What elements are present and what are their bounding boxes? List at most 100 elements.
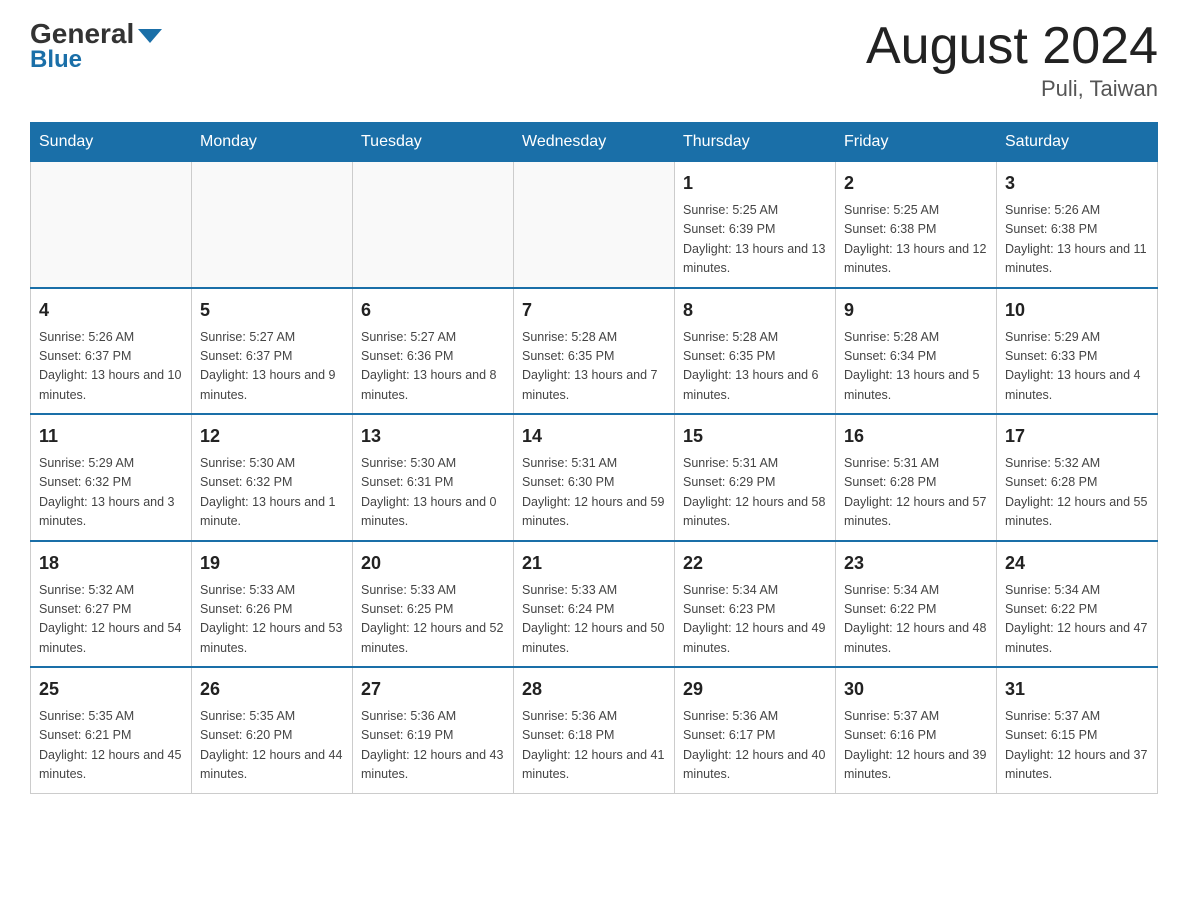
day-info: Sunrise: 5:37 AMSunset: 6:16 PMDaylight:… (844, 707, 988, 785)
day-info: Sunrise: 5:32 AMSunset: 6:28 PMDaylight:… (1005, 454, 1149, 532)
day-number: 21 (522, 550, 666, 577)
day-info: Sunrise: 5:30 AMSunset: 6:31 PMDaylight:… (361, 454, 505, 532)
calendar-title: August 2024 (866, 20, 1158, 72)
logo-blue-text: Blue (30, 46, 82, 74)
calendar-week-row: 25Sunrise: 5:35 AMSunset: 6:21 PMDayligh… (31, 667, 1158, 793)
calendar-subtitle: Puli, Taiwan (866, 76, 1158, 102)
day-number: 18 (39, 550, 183, 577)
table-row: 5 Sunrise: 5:27 AMSunset: 6:37 PMDaylight… (192, 288, 353, 415)
table-row: 21 Sunrise: 5:33 AMSunset: 6:24 PMDayligh… (514, 541, 675, 668)
table-row (31, 162, 192, 288)
day-info: Sunrise: 5:33 AMSunset: 6:24 PMDaylight:… (522, 581, 666, 659)
table-row: 27 Sunrise: 5:36 AMSunset: 6:19 PMDayligh… (353, 667, 514, 793)
table-row: 12 Sunrise: 5:30 AMSunset: 6:32 PMDayligh… (192, 414, 353, 541)
page-header: General Blue August 2024 Puli, Taiwan (30, 20, 1158, 102)
day-number: 31 (1005, 676, 1149, 703)
calendar-header-row: Sunday Monday Tuesday Wednesday Thursday… (31, 123, 1158, 162)
table-row: 2Sunrise: 5:25 AMSunset: 6:38 PMDaylight… (836, 162, 997, 288)
table-row: 30 Sunrise: 5:37 AMSunset: 6:16 PMDayligh… (836, 667, 997, 793)
table-row: 19 Sunrise: 5:33 AMSunset: 6:26 PMDayligh… (192, 541, 353, 668)
day-number: 1 (683, 170, 827, 197)
col-saturday: Saturday (997, 123, 1158, 162)
day-number: 13 (361, 423, 505, 450)
day-info: Sunrise: 5:29 AMSunset: 6:32 PMDaylight:… (39, 454, 183, 532)
day-info: Sunrise: 5:28 AMSunset: 6:35 PMDaylight:… (683, 328, 827, 406)
title-block: August 2024 Puli, Taiwan (866, 20, 1158, 102)
day-info: Sunrise: 5:26 AMSunset: 6:37 PMDaylight:… (39, 328, 183, 406)
table-row: 22 Sunrise: 5:34 AMSunset: 6:23 PMDayligh… (675, 541, 836, 668)
calendar-week-row: 11Sunrise: 5:29 AMSunset: 6:32 PMDayligh… (31, 414, 1158, 541)
day-info: Sunrise: 5:28 AMSunset: 6:35 PMDaylight:… (522, 328, 666, 406)
table-row: 26Sunrise: 5:35 AMSunset: 6:20 PMDayligh… (192, 667, 353, 793)
table-row: 9 Sunrise: 5:28 AMSunset: 6:34 PMDaylight… (836, 288, 997, 415)
day-info: Sunrise: 5:25 AMSunset: 6:38 PMDaylight:… (844, 201, 988, 279)
day-info: Sunrise: 5:36 AMSunset: 6:19 PMDaylight:… (361, 707, 505, 785)
day-number: 12 (200, 423, 344, 450)
table-row: 7 Sunrise: 5:28 AMSunset: 6:35 PMDaylight… (514, 288, 675, 415)
table-row: 1 Sunrise: 5:25 AMSunset: 6:39 PMDaylight… (675, 162, 836, 288)
table-row: 13 Sunrise: 5:30 AMSunset: 6:31 PMDayligh… (353, 414, 514, 541)
table-row: 11Sunrise: 5:29 AMSunset: 6:32 PMDayligh… (31, 414, 192, 541)
day-info: Sunrise: 5:27 AMSunset: 6:36 PMDaylight:… (361, 328, 505, 406)
table-row: 10Sunrise: 5:29 AMSunset: 6:33 PMDayligh… (997, 288, 1158, 415)
col-sunday: Sunday (31, 123, 192, 162)
table-row: 14Sunrise: 5:31 AMSunset: 6:30 PMDayligh… (514, 414, 675, 541)
table-row: 25Sunrise: 5:35 AMSunset: 6:21 PMDayligh… (31, 667, 192, 793)
day-number: 16 (844, 423, 988, 450)
table-row: 23 Sunrise: 5:34 AMSunset: 6:22 PMDayligh… (836, 541, 997, 668)
table-row: 18Sunrise: 5:32 AMSunset: 6:27 PMDayligh… (31, 541, 192, 668)
calendar-week-row: 18Sunrise: 5:32 AMSunset: 6:27 PMDayligh… (31, 541, 1158, 668)
col-friday: Friday (836, 123, 997, 162)
day-info: Sunrise: 5:35 AMSunset: 6:20 PMDaylight:… (200, 707, 344, 785)
day-info: Sunrise: 5:31 AMSunset: 6:28 PMDaylight:… (844, 454, 988, 532)
calendar-week-row: 4 Sunrise: 5:26 AMSunset: 6:37 PMDaylight… (31, 288, 1158, 415)
day-info: Sunrise: 5:30 AMSunset: 6:32 PMDaylight:… (200, 454, 344, 532)
calendar-table: Sunday Monday Tuesday Wednesday Thursday… (30, 122, 1158, 794)
day-number: 7 (522, 297, 666, 324)
day-number: 30 (844, 676, 988, 703)
day-info: Sunrise: 5:27 AMSunset: 6:37 PMDaylight:… (200, 328, 344, 406)
day-number: 23 (844, 550, 988, 577)
table-row: 17 Sunrise: 5:32 AMSunset: 6:28 PMDayligh… (997, 414, 1158, 541)
day-number: 17 (1005, 423, 1149, 450)
logo-text: General (30, 20, 162, 48)
col-tuesday: Tuesday (353, 123, 514, 162)
day-info: Sunrise: 5:34 AMSunset: 6:22 PMDaylight:… (1005, 581, 1149, 659)
table-row (353, 162, 514, 288)
day-info: Sunrise: 5:33 AMSunset: 6:25 PMDaylight:… (361, 581, 505, 659)
table-row: 24Sunrise: 5:34 AMSunset: 6:22 PMDayligh… (997, 541, 1158, 668)
day-number: 10 (1005, 297, 1149, 324)
day-info: Sunrise: 5:31 AMSunset: 6:29 PMDaylight:… (683, 454, 827, 532)
table-row: 3Sunrise: 5:26 AMSunset: 6:38 PMDaylight… (997, 162, 1158, 288)
day-info: Sunrise: 5:31 AMSunset: 6:30 PMDaylight:… (522, 454, 666, 532)
logo: General Blue (30, 20, 162, 74)
day-info: Sunrise: 5:37 AMSunset: 6:15 PMDaylight:… (1005, 707, 1149, 785)
table-row (192, 162, 353, 288)
table-row: 20 Sunrise: 5:33 AMSunset: 6:25 PMDayligh… (353, 541, 514, 668)
calendar-week-row: 1 Sunrise: 5:25 AMSunset: 6:39 PMDaylight… (31, 162, 1158, 288)
day-number: 25 (39, 676, 183, 703)
day-number: 8 (683, 297, 827, 324)
day-info: Sunrise: 5:28 AMSunset: 6:34 PMDaylight:… (844, 328, 988, 406)
table-row: 28Sunrise: 5:36 AMSunset: 6:18 PMDayligh… (514, 667, 675, 793)
day-info: Sunrise: 5:25 AMSunset: 6:39 PMDaylight:… (683, 201, 827, 279)
day-number: 19 (200, 550, 344, 577)
day-number: 9 (844, 297, 988, 324)
day-number: 5 (200, 297, 344, 324)
day-number: 15 (683, 423, 827, 450)
day-number: 20 (361, 550, 505, 577)
table-row: 15 Sunrise: 5:31 AMSunset: 6:29 PMDayligh… (675, 414, 836, 541)
day-info: Sunrise: 5:34 AMSunset: 6:22 PMDaylight:… (844, 581, 988, 659)
day-number: 27 (361, 676, 505, 703)
table-row: 6 Sunrise: 5:27 AMSunset: 6:36 PMDaylight… (353, 288, 514, 415)
table-row: 4 Sunrise: 5:26 AMSunset: 6:37 PMDaylight… (31, 288, 192, 415)
day-number: 29 (683, 676, 827, 703)
day-info: Sunrise: 5:34 AMSunset: 6:23 PMDaylight:… (683, 581, 827, 659)
day-number: 4 (39, 297, 183, 324)
col-wednesday: Wednesday (514, 123, 675, 162)
table-row: 29Sunrise: 5:36 AMSunset: 6:17 PMDayligh… (675, 667, 836, 793)
day-number: 6 (361, 297, 505, 324)
day-info: Sunrise: 5:33 AMSunset: 6:26 PMDaylight:… (200, 581, 344, 659)
day-number: 3 (1005, 170, 1149, 197)
day-number: 22 (683, 550, 827, 577)
